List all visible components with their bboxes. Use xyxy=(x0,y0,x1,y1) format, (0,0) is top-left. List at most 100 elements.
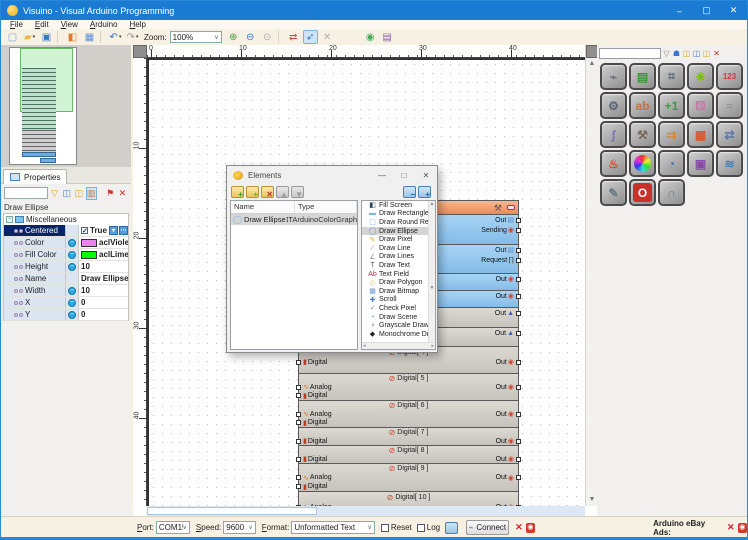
wireless-icon[interactable]: ✳ xyxy=(687,63,714,90)
menu-view[interactable]: View xyxy=(55,20,84,29)
pin-connector[interactable] xyxy=(516,475,521,480)
palette-item-draw-text[interactable]: TDraw Text xyxy=(362,261,435,270)
memory-icon[interactable]: ▦ xyxy=(687,121,714,148)
date-time-icon[interactable]: ◔ xyxy=(658,150,685,177)
pin-connector[interactable] xyxy=(516,385,521,390)
property-row-y[interactable]: Y−0 xyxy=(4,309,128,321)
move-down-icon[interactable]: ▼ xyxy=(291,186,304,198)
property-row-centered[interactable]: Centered✓True▾⋯ xyxy=(4,225,128,237)
zoom-out-icon[interactable]: ⊖ xyxy=(243,30,258,44)
output-pin-out[interactable]: Out◉ xyxy=(496,275,518,283)
help-web-icon[interactable]: ◉ xyxy=(363,30,378,44)
collapse-all-icon[interactable]: ◫ xyxy=(61,187,72,200)
output-pin-request[interactable]: Request∏ xyxy=(481,257,518,264)
input-pin-digital[interactable]: ▮Digital xyxy=(299,392,327,400)
board-section-Digital5[interactable]: ⊘Digital[ 5 ]∿AnalogOut◉▮Digital xyxy=(298,374,519,401)
palette-item-draw-pixel[interactable]: ✎Draw Pixel xyxy=(362,235,435,244)
curve-icon[interactable]: ∫ xyxy=(600,121,627,148)
video-icon[interactable]: ▣ xyxy=(687,150,714,177)
dialog-minimize-button[interactable]: — xyxy=(371,166,393,184)
arrange-icon[interactable]: ▥ xyxy=(86,187,97,200)
format-combobox[interactable]: Unformatted Text∨ xyxy=(291,521,375,534)
save-project-icon[interactable]: ▣ xyxy=(39,30,54,44)
minimap[interactable] xyxy=(1,45,131,167)
category-view-icon[interactable]: ☗ xyxy=(672,48,681,59)
canvas-vertical-scrollbar[interactable]: ▲ ▼ xyxy=(585,45,597,506)
power-icon[interactable]: O xyxy=(629,179,656,206)
output-pin-out[interactable]: Out▲ xyxy=(495,310,518,317)
filter-icon[interactable]: ▽ xyxy=(49,187,60,200)
dialog-close-button[interactable]: ✕ xyxy=(415,166,437,184)
output-pin-sending[interactable]: Sending◉ xyxy=(481,226,518,234)
input-pin-digital[interactable]: ▮Digital xyxy=(299,419,327,427)
elements-dialog-titlebar[interactable]: Elements —□✕ xyxy=(227,166,437,184)
palette-item-draw-round-rec[interactable]: ▢Draw Round Rec xyxy=(362,218,435,227)
palette-item-draw-bitmap[interactable]: ▦Draw Bitmap xyxy=(362,287,435,296)
component-search-input[interactable] xyxy=(599,48,661,59)
connector-toggle-icon[interactable]: − xyxy=(68,263,76,271)
pin-icon[interactable] xyxy=(14,265,18,269)
log-checkbox[interactable] xyxy=(417,524,425,532)
filters-icon[interactable]: ≈ xyxy=(716,92,743,119)
collapse-categories-icon[interactable]: − xyxy=(403,186,416,198)
pin-icon[interactable] xyxy=(19,277,23,281)
output-pin-out[interactable]: Out◉ xyxy=(496,383,518,391)
pin-connector[interactable] xyxy=(516,294,521,299)
pin-icon[interactable] xyxy=(19,241,23,245)
menu-arduino[interactable]: Arduino xyxy=(84,20,124,29)
folder-icon[interactable]: ◫ xyxy=(702,48,711,59)
collapse-icon[interactable]: − xyxy=(6,216,13,223)
column-type[interactable]: Type xyxy=(295,201,357,213)
pin-connector[interactable] xyxy=(516,439,521,444)
close-icon[interactable]: ✕ xyxy=(712,48,721,59)
pin-connector[interactable] xyxy=(296,393,301,398)
property-row-fill-color[interactable]: Fill Color−aclLime xyxy=(4,249,128,261)
palette-item-grayscale-draw-s[interactable]: ◑Grayscale Draw S xyxy=(362,321,435,330)
toggle-grid-icon[interactable]: ▦ xyxy=(82,30,97,44)
expand-icon[interactable]: ◫ xyxy=(692,48,701,59)
pin-connector[interactable] xyxy=(516,311,521,316)
wire-mode-icon[interactable]: ➶ xyxy=(303,30,318,44)
ads-stop-icon[interactable]: ◉ xyxy=(738,523,747,533)
property-row-name[interactable]: NameDraw Ellipse1 xyxy=(4,273,128,285)
palette-item-fill-screen[interactable]: ◧Fill Screen xyxy=(362,201,435,210)
palette-item-draw-ellipse[interactable]: ◯Draw Ellipse xyxy=(362,227,435,236)
pin-connector[interactable] xyxy=(296,457,301,462)
close-button[interactable]: ✕ xyxy=(720,1,747,20)
board-section-Digital6[interactable]: ⊘Digital[ 6 ]∿AnalogOut◉▮Digital xyxy=(298,401,519,428)
tab-properties[interactable]: Properties xyxy=(3,169,67,184)
menu-help[interactable]: Help xyxy=(124,20,152,29)
pin-connector[interactable] xyxy=(296,360,301,365)
pin-icon[interactable] xyxy=(19,301,23,305)
motor-icon[interactable]: ⚙ xyxy=(600,92,627,119)
input-pin-digital[interactable]: ▮Digital xyxy=(299,455,327,463)
pin-connector[interactable] xyxy=(296,439,301,444)
toggle-panels-icon[interactable]: ◧ xyxy=(65,30,80,44)
network-icon[interactable]: ⌗ xyxy=(658,63,685,90)
input-pin-analog[interactable]: ∿Analog xyxy=(299,474,332,482)
output-pin-out[interactable]: Out◉ xyxy=(496,358,518,366)
pin-connector[interactable] xyxy=(296,475,301,480)
converters-icon[interactable]: ⇉ xyxy=(658,121,685,148)
advanced-button[interactable]: ⋯ xyxy=(119,226,128,235)
palette-item-draw-rectangle[interactable]: ▬Draw Rectangle xyxy=(362,210,435,219)
menu-file[interactable]: File xyxy=(4,20,29,29)
property-value[interactable]: 10 xyxy=(79,261,128,272)
palette-item-draw-scene[interactable]: ◔Draw Scene xyxy=(362,313,435,322)
audio-icon[interactable]: ∩ xyxy=(658,179,685,206)
breadboard-icon[interactable]: ▤ xyxy=(629,63,656,90)
property-value[interactable]: ✓True▾⋯ xyxy=(79,225,128,236)
pin-icon[interactable] xyxy=(19,253,23,257)
undo-icon[interactable]: ↶▾ xyxy=(108,30,123,44)
pin-connector[interactable] xyxy=(516,360,521,365)
property-row-x[interactable]: X−0 xyxy=(4,297,128,309)
reset-checkbox[interactable] xyxy=(381,524,389,532)
disconnect-tools-icon[interactable]: ✕ xyxy=(515,522,523,533)
pin-connector[interactable] xyxy=(516,412,521,417)
move-up-icon[interactable]: ▲ xyxy=(276,186,289,198)
redo-icon[interactable]: ↷▾ xyxy=(125,30,140,44)
column-name[interactable]: Name xyxy=(231,201,295,213)
tutorials-icon[interactable]: ▤ xyxy=(380,30,395,44)
pin-icon[interactable] xyxy=(19,229,23,233)
property-value[interactable]: 0 xyxy=(79,309,128,320)
